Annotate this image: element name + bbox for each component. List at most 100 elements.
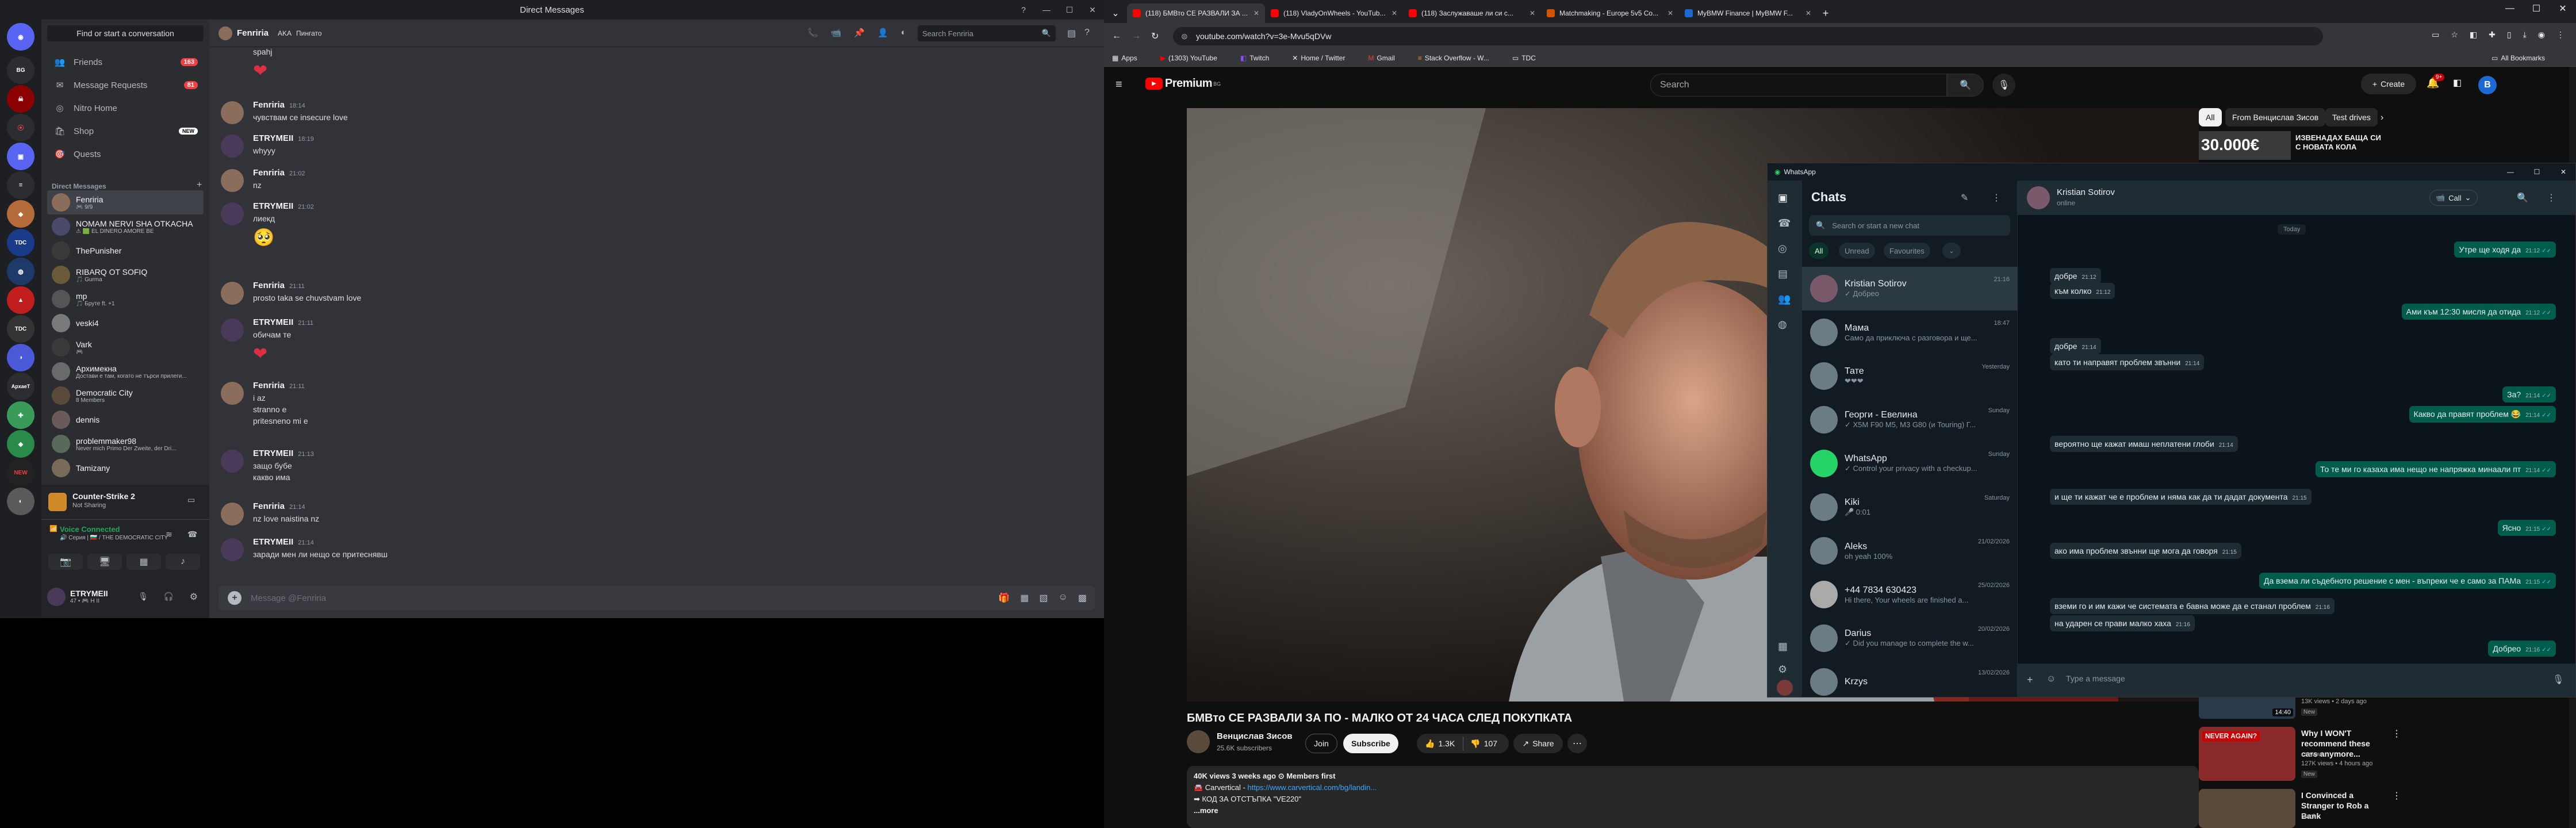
sidepanel-icon[interactable]: ▯ — [2507, 30, 2512, 40]
rec-channel[interactable]: carwow — [2301, 751, 2322, 758]
profile-icon[interactable]: ◉ — [2538, 30, 2545, 40]
minimize-icon[interactable]: — — [2497, 0, 2523, 17]
like-icon[interactable]: 👍 — [1425, 739, 1435, 749]
filter-favourites[interactable]: Favourites — [1884, 243, 1930, 259]
bookmark-star-icon[interactable]: ☆ — [2451, 30, 2458, 40]
close-icon[interactable]: ✕ — [1081, 0, 1104, 20]
chat-search-input[interactable]: Search Fenriria 🔍 — [918, 25, 1056, 41]
chats-icon[interactable]: ▣ — [1778, 192, 1788, 204]
emoji-icon[interactable]: ☺ — [1059, 592, 1068, 604]
incoming-message[interactable]: вземи го и им кажи че системата е бавна … — [2050, 598, 2334, 614]
dm-item[interactable]: Vark 🎮 — [47, 335, 204, 359]
attach-plus-icon[interactable]: + — [2027, 674, 2033, 686]
create-button[interactable]: + Create — [2361, 74, 2416, 94]
back-icon[interactable]: ← — [1112, 31, 1121, 41]
nav-quests[interactable]: 🎯 Quests — [47, 143, 204, 166]
avatar[interactable] — [221, 382, 244, 405]
filter-unread[interactable]: Unread — [1839, 243, 1875, 259]
browser-tab[interactable]: (118) БМВто СЕ РАЗВАЛИ ЗА ... ✕ — [1127, 3, 1265, 23]
minimize-icon[interactable]: — — [2497, 163, 2524, 181]
search-icon[interactable]: 🔍 — [2517, 192, 2528, 204]
media-icon[interactable]: ▦ — [1778, 641, 1788, 653]
site-info-icon[interactable]: ⊜ — [1181, 32, 1188, 41]
tab-search-icon[interactable]: ⌄ — [1104, 3, 1127, 23]
avatar[interactable] — [221, 135, 244, 158]
server-icon[interactable]: ≡ — [7, 171, 34, 199]
all-bookmarks[interactable]: ▭ All Bookmarks — [2491, 54, 2556, 62]
bookmark-stackoverflow[interactable]: ≡ Stack Overflow - W... — [1418, 54, 1501, 62]
message-author[interactable]: Fenriria 18:14 — [253, 100, 305, 110]
cast-icon[interactable]: ▭ — [2432, 30, 2439, 40]
tab-close-icon[interactable]: ✕ — [1667, 9, 1673, 17]
outgoing-message[interactable]: Добрео 21:16 ✓✓ — [2488, 641, 2556, 657]
description-box[interactable]: 40K views 3 weeks ago ⊙ Members first 🚘 … — [1187, 766, 2199, 828]
rec-thumbnail[interactable]: 30.000€ — [2199, 131, 2291, 160]
tab-close-icon[interactable]: ✕ — [1254, 9, 1259, 17]
search-button[interactable]: 🔍 — [1947, 74, 1984, 97]
share-button[interactable]: ↗ Share — [1513, 734, 1563, 753]
communities-icon[interactable]: 👥 — [1778, 293, 1791, 305]
chat-list-item[interactable]: WhatsApp ✓ Control your privacy with a ch… — [1802, 442, 2018, 485]
emoji-icon[interactable]: ☺ — [2046, 674, 2056, 684]
rec-thumbnail[interactable] — [2199, 789, 2295, 828]
message-author[interactable]: Fenriria 21:14 — [253, 501, 305, 511]
message-author[interactable]: ETRYMEII 21:02 — [253, 201, 314, 211]
chat-list-item[interactable]: Мама Само да приключа с разговора и ще...… — [1802, 310, 2018, 354]
server-icon[interactable]: ◆ — [7, 200, 34, 228]
menu-icon[interactable]: ⋮ — [2547, 192, 2556, 204]
headphones-icon[interactable]: 🎧 — [164, 592, 174, 601]
server-icon[interactable]: ⦿ — [7, 114, 34, 141]
tab-close-icon[interactable]: ✕ — [1805, 9, 1811, 17]
youtube-logo[interactable]: ▶ Premium BG — [1145, 77, 1221, 90]
user-info[interactable]: ETRYMEII 47 • 🎮 H II — [70, 589, 108, 604]
server-icon[interactable]: ◑ — [7, 344, 34, 371]
bookmark-twitter[interactable]: ✕ Home / Twitter — [1292, 54, 1356, 62]
chat-list-item[interactable]: Тате ❤❤❤ Yesterday — [1802, 354, 2018, 398]
chat-list-item[interactable]: Aleks oh yeah 100% 21/02/2026 — [1802, 529, 2018, 573]
extensions-puzzle-icon[interactable]: ✚ — [2489, 30, 2496, 40]
server-icon[interactable]: ▲ — [7, 286, 34, 314]
dm-item[interactable]: NOMAM NERVI SHA OTKACHA ⚠ 🟩 EL DINERO AMO… — [47, 214, 204, 239]
server-icon[interactable]: TDC — [7, 229, 34, 256]
pin-icon[interactable]: 📌 — [854, 28, 865, 38]
avatar[interactable] — [221, 202, 244, 225]
chip-test-drives[interactable]: Test drives — [2325, 108, 2378, 126]
message-author[interactable]: ETRYMEII 21:14 — [253, 537, 314, 547]
outgoing-message[interactable]: Ясно 21:15 ✓✓ — [2497, 520, 2556, 536]
chat-list-item[interactable]: +44 7834 630423 Hi there, Your wheels are… — [1802, 573, 2018, 616]
video-call-icon[interactable]: 📹 — [831, 28, 842, 38]
calls-icon[interactable]: ☎ — [1778, 217, 1791, 229]
incoming-message[interactable]: добре 21:14 — [2050, 338, 2101, 354]
reload-icon[interactable]: ↻ — [1151, 30, 1159, 42]
help-icon[interactable]: ? — [1084, 28, 1090, 38]
server-icon[interactable]: BG — [7, 56, 34, 84]
channel-name[interactable]: Венцислав Зисов — [1217, 731, 1293, 741]
dm-item[interactable]: dennis — [47, 408, 204, 432]
outgoing-message[interactable]: Ами към 12:30 мисля да отида 21:12 ✓✓ — [2401, 304, 2556, 320]
bookmark-gmail[interactable]: M Gmail — [1368, 54, 1406, 62]
meta-ai-icon[interactable]: ◍ — [1778, 319, 1787, 331]
contact-name[interactable]: Kristian Sotirov — [2057, 187, 2115, 197]
outgoing-message[interactable]: За? 21:14 ✓✓ — [2502, 386, 2556, 402]
incoming-message[interactable]: и ще ти кажат че е проблем и няма как да… — [2050, 489, 2312, 505]
chat-recipient-name[interactable]: Fenriria — [237, 28, 269, 38]
dislike-icon[interactable]: 👎 — [1470, 739, 1480, 749]
maximize-icon[interactable]: ☐ — [1058, 0, 1081, 20]
bookmark-apps[interactable]: ▦ Apps — [1112, 54, 1149, 62]
message-input[interactable]: + Message @Fenriria 🎁 ▦ ▧ ☺ ▩ — [218, 585, 1095, 611]
more-icon[interactable]: ⋮ — [2392, 728, 2401, 739]
gift-icon[interactable]: 🎁 — [998, 592, 1010, 604]
address-bar[interactable]: ⊜ youtube.com/watch?v=3e-Mvu5qDVw — [1173, 27, 2323, 45]
close-icon[interactable]: ✕ — [2550, 163, 2575, 181]
server-icon[interactable]: ✚ — [7, 401, 34, 429]
dm-item[interactable]: RIBARQ OT SOFIQ 🎵 Gurma — [47, 263, 204, 287]
contact-avatar[interactable] — [2027, 186, 2050, 209]
server-icon[interactable]: NEW — [7, 459, 34, 486]
extension-icon[interactable]: ◧ — [2470, 30, 2477, 40]
server-icon[interactable]: ApxaeT — [7, 373, 34, 400]
like-count[interactable]: 1.3K — [1438, 739, 1455, 748]
message-author[interactable]: ETRYMEII 21:13 — [253, 448, 314, 458]
more-icon[interactable]: ⋮ — [2392, 790, 2401, 802]
chat-list-item[interactable]: Krzys 13/02/2026 — [1802, 660, 2018, 697]
forward-icon[interactable]: → — [1132, 31, 1141, 41]
